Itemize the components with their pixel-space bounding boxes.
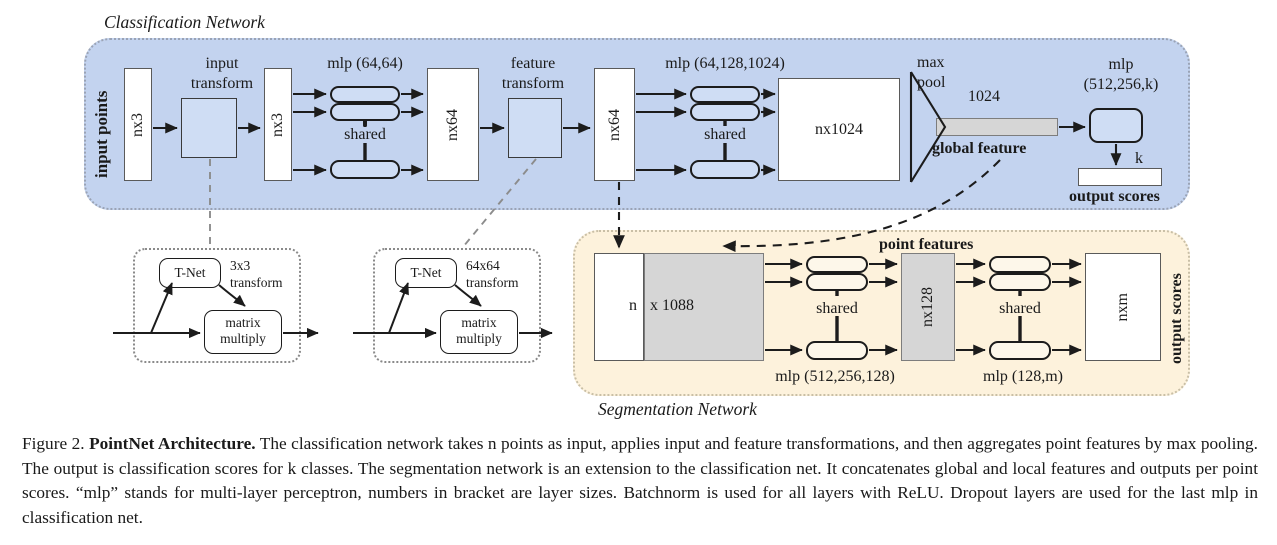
mlp1-box-top	[330, 86, 400, 103]
mlp5-shared-label: shared	[999, 300, 1041, 317]
mlp3-box	[1089, 108, 1143, 143]
mlp4-label: mlp (512,256,128)	[775, 368, 895, 385]
figure-label: Figure 2.	[22, 434, 85, 453]
input-transform-box	[181, 98, 237, 158]
mlp3-label-line2: (512,256,k)	[1083, 76, 1159, 93]
post-feature-transform-nx64-label: nx64	[605, 108, 623, 141]
feature-tnet-transform-line2: transform	[466, 275, 519, 290]
global-feature-bar	[936, 118, 1058, 136]
feature-matrix-line2: multiply	[456, 331, 502, 346]
input-tnet-box: T-Net	[159, 258, 221, 288]
nx128-block: nx128	[901, 253, 955, 361]
nx128-label: nx128	[919, 287, 936, 327]
post-input-transform-nx3-block: nx3	[264, 68, 292, 181]
feature-transform-label-line2: transform	[501, 75, 565, 92]
feature-matrix-line1: matrix	[461, 315, 497, 330]
mlp1-box-mid	[330, 103, 400, 121]
input-nx3-label: nx3	[129, 112, 146, 137]
mlp2-box-mid	[690, 103, 760, 121]
mlp2-label: mlp (64,128,1024)	[665, 55, 785, 72]
feature-tnet-transform-line1: 64x64	[466, 258, 500, 273]
mlp4-box-mid	[806, 273, 868, 291]
mlp5-box-mid	[989, 273, 1051, 291]
mlp3-label-line1: mlp	[1108, 56, 1134, 73]
mlp2-shared-label: shared	[704, 126, 746, 143]
global-feature-label: global feature	[932, 140, 1027, 157]
input-matrix-line2: multiply	[220, 331, 266, 346]
post-input-transform-nx3-label: nx3	[269, 112, 286, 137]
point-features-label: point features	[879, 236, 974, 253]
concat-n-label: n	[629, 297, 637, 314]
concat-x1088-label: x 1088	[650, 297, 694, 314]
nxm-block: nxm	[1085, 253, 1161, 361]
output-scores-label: output scores	[1069, 188, 1160, 205]
input-points-label: input points	[92, 90, 111, 178]
nx1024-block: nx1024	[778, 78, 900, 181]
k-label: k	[1135, 150, 1143, 167]
figure-title: PointNet Architecture.	[89, 434, 256, 453]
input-transform-label-line1: input	[205, 55, 239, 72]
input-transform-label-line2: transform	[190, 75, 254, 92]
maxpool-label-line2: pool	[917, 74, 946, 91]
input-nx3-block: nx3	[124, 68, 152, 181]
mlp5-box-top	[989, 256, 1051, 273]
maxpool-label-line1: max	[917, 54, 945, 71]
feature-transform-box	[508, 98, 562, 158]
feature-tnet-label: T-Net	[410, 265, 442, 280]
mlp1-box-bottom	[330, 160, 400, 179]
mlp2-box-top	[690, 86, 760, 103]
mlp5-box-bottom	[989, 341, 1051, 360]
mlp2-box-bottom	[690, 160, 760, 179]
mlp1-shared-label: shared	[344, 126, 386, 143]
segmentation-output-scores-label: output scores	[1168, 273, 1185, 364]
input-tnet-transform-line2: transform	[230, 275, 283, 290]
nxm-label: nxm	[1114, 292, 1131, 322]
classification-network-title: Classification Network	[104, 12, 265, 32]
feature-transform-label-line1: feature	[510, 55, 556, 72]
figure-caption: Figure 2. PointNet Architecture. The cla…	[22, 432, 1258, 530]
mlp4-box-bottom	[806, 341, 868, 360]
segmentation-network-title: Segmentation Network	[598, 399, 757, 419]
input-tnet-transform-line1: 3x3	[230, 258, 251, 273]
nx1024-label: nx1024	[815, 120, 863, 138]
input-matrix-line1: matrix	[225, 315, 261, 330]
mlp4-box-top	[806, 256, 868, 273]
mlp1-label: mlp (64,64)	[327, 55, 403, 72]
output-scores-bar	[1078, 168, 1162, 186]
nx64-block: nx64	[427, 68, 479, 181]
feature-tnet-box: T-Net	[395, 258, 457, 288]
post-feature-transform-nx64-block: nx64	[594, 68, 635, 181]
nx64-label: nx64	[444, 108, 461, 141]
input-tnet-label: T-Net	[174, 265, 206, 280]
feature-matrix-multiply-box: matrix multiply	[440, 310, 518, 354]
input-matrix-multiply-box: matrix multiply	[204, 310, 282, 354]
global-feature-size-label: 1024	[968, 88, 1000, 105]
mlp5-label: mlp (128,m)	[983, 368, 1063, 385]
mlp4-shared-label: shared	[816, 300, 858, 317]
